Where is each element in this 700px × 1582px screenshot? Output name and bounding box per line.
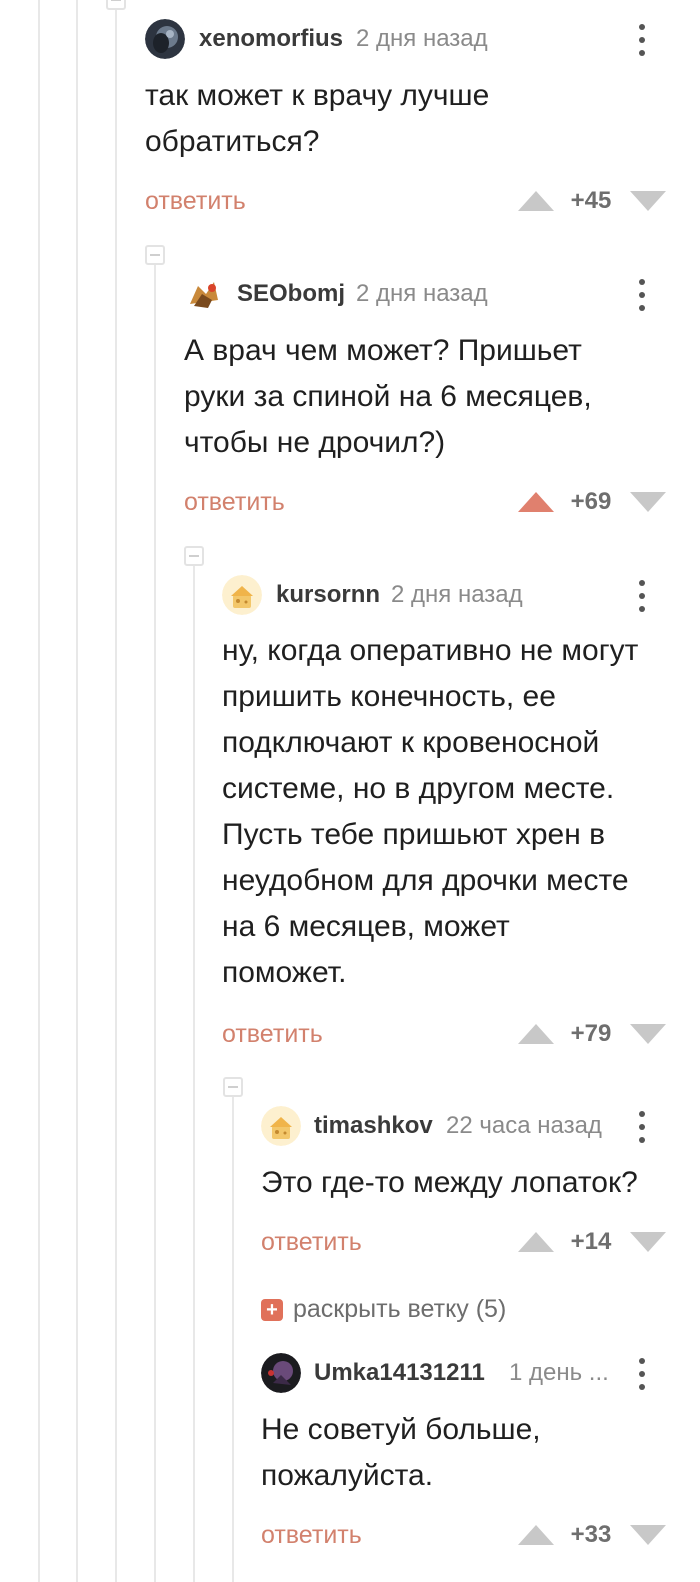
downvote-icon[interactable]	[630, 492, 666, 512]
thread-line	[76, 0, 78, 1582]
reply-button[interactable]: ответить	[145, 186, 246, 216]
reply-button[interactable]: ответить	[184, 487, 285, 517]
upvote-icon[interactable]	[518, 1525, 554, 1545]
avatar[interactable]	[222, 575, 262, 615]
expand-thread-label: раскрыть ветку (5)	[293, 1295, 507, 1323]
reply-button[interactable]: ответить	[261, 1520, 362, 1550]
downvote-icon[interactable]	[630, 1232, 666, 1252]
upvote-icon[interactable]	[518, 1024, 554, 1044]
upvote-icon[interactable]	[518, 191, 554, 211]
comment-time: 2 дня назад	[356, 25, 488, 52]
thread-line	[38, 0, 40, 1582]
downvote-icon[interactable]	[630, 1024, 666, 1044]
comment-score: +33	[570, 1521, 612, 1548]
avatar[interactable]	[261, 1106, 301, 1146]
comment-username[interactable]: xenomorfius	[199, 24, 343, 54]
more-options-icon[interactable]	[638, 1111, 646, 1143]
avatar[interactable]	[261, 1353, 301, 1393]
avatar[interactable]	[184, 274, 224, 314]
comment-username[interactable]: Umka14131211	[314, 1358, 485, 1388]
comment-username[interactable]: SEObomj	[237, 279, 345, 309]
downvote-icon[interactable]	[630, 1525, 666, 1545]
upvote-icon[interactable]	[518, 492, 554, 512]
reply-button[interactable]: ответить	[222, 1019, 323, 1049]
upvote-icon[interactable]	[518, 1232, 554, 1252]
comment-score: +79	[570, 1020, 612, 1047]
thread-line[interactable]	[232, 1097, 234, 1582]
comment-score: +69	[570, 488, 612, 515]
comment-username[interactable]: kursornn	[276, 580, 380, 610]
more-options-icon[interactable]	[638, 24, 646, 56]
comment-text: Не советуй больше, пожалуйста.	[261, 1413, 541, 1492]
plus-icon: +	[261, 1298, 283, 1321]
expand-thread-button[interactable]: + раскрыть ветку (5)	[261, 1295, 506, 1324]
comment-score: +45	[570, 187, 612, 214]
comment-text: А врач чем может? Пришьет руки за спиной…	[184, 334, 592, 459]
more-options-icon[interactable]	[638, 279, 646, 311]
comment-text: Это где-то между лопаток?	[261, 1166, 638, 1199]
thread-line	[115, 0, 117, 1582]
avatar[interactable]	[145, 19, 185, 59]
comment-text: ну, когда оперативно не могут пришить ко…	[222, 634, 639, 989]
thread-line[interactable]	[154, 265, 156, 1582]
comment-time: 22 часа назад	[446, 1112, 602, 1139]
comment-time: 2 дня назад	[391, 581, 523, 608]
reply-button[interactable]: ответить	[261, 1227, 362, 1257]
more-options-icon[interactable]	[638, 580, 646, 612]
comment-score: +14	[570, 1228, 612, 1255]
collapse-toggle[interactable]	[106, 0, 126, 10]
more-options-icon[interactable]	[638, 1358, 646, 1390]
comment-time: 2 дня назад	[356, 280, 488, 307]
collapse-toggle[interactable]	[184, 546, 204, 566]
collapse-toggle[interactable]	[223, 1077, 243, 1097]
collapse-toggle[interactable]	[145, 245, 165, 265]
thread-line[interactable]	[193, 566, 195, 1582]
comment-text: так может к врачу лучше обратиться?	[145, 79, 490, 158]
comment-time: 1 день ...	[509, 1359, 609, 1386]
comment-username[interactable]: timashkov	[314, 1111, 433, 1141]
downvote-icon[interactable]	[630, 191, 666, 211]
